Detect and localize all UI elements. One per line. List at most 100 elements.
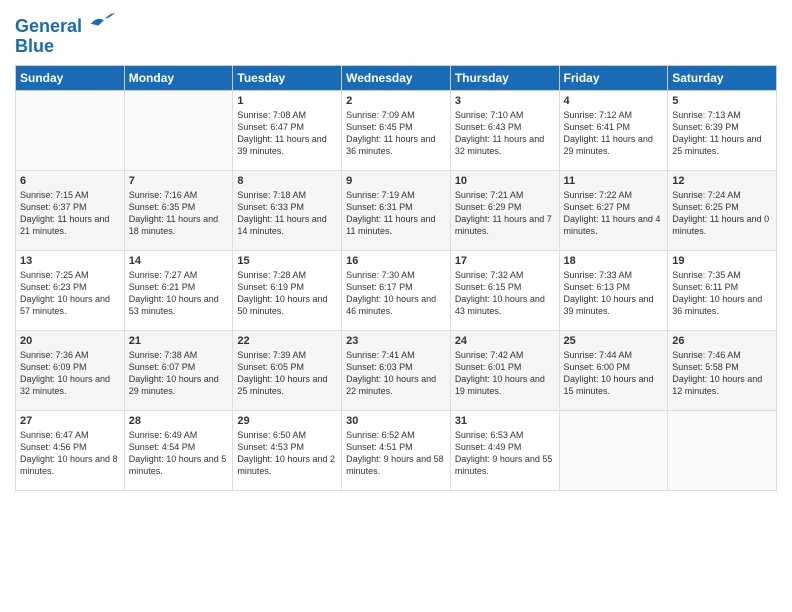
day-info: Sunrise: 7:21 AM Sunset: 6:29 PM Dayligh… bbox=[455, 189, 555, 238]
day-info: Sunrise: 7:19 AM Sunset: 6:31 PM Dayligh… bbox=[346, 189, 446, 238]
day-info: Sunrise: 7:41 AM Sunset: 6:03 PM Dayligh… bbox=[346, 349, 446, 398]
day-info: Sunrise: 6:53 AM Sunset: 4:49 PM Dayligh… bbox=[455, 429, 555, 478]
day-number: 24 bbox=[455, 335, 555, 347]
day-info: Sunrise: 6:47 AM Sunset: 4:56 PM Dayligh… bbox=[20, 429, 120, 478]
calendar-day-cell: 27 Sunrise: 6:47 AM Sunset: 4:56 PM Dayli… bbox=[16, 410, 125, 490]
calendar-day-cell: 2 Sunrise: 7:09 AM Sunset: 6:45 PM Daylig… bbox=[342, 90, 451, 170]
day-number: 29 bbox=[237, 415, 337, 427]
day-number: 21 bbox=[129, 335, 229, 347]
calendar-day-cell: 18Sunrise: 7:33 AM Sunset: 6:13 PM Dayli… bbox=[559, 250, 668, 330]
day-number: 5 bbox=[672, 95, 772, 107]
day-info: Sunrise: 7:42 AM Sunset: 6:01 PM Dayligh… bbox=[455, 349, 555, 398]
day-info: Sunrise: 7:15 AM Sunset: 6:37 PM Dayligh… bbox=[20, 189, 120, 238]
day-number: 20 bbox=[20, 335, 120, 347]
day-number: 27 bbox=[20, 415, 120, 427]
header: General Blue bbox=[15, 10, 777, 57]
day-number: 23 bbox=[346, 335, 446, 347]
day-number: 26 bbox=[672, 335, 772, 347]
day-info: Sunrise: 7:44 AM Sunset: 6:00 PM Dayligh… bbox=[564, 349, 664, 398]
day-info: Sunrise: 7:16 AM Sunset: 6:35 PM Dayligh… bbox=[129, 189, 229, 238]
calendar-day-cell bbox=[16, 90, 125, 170]
calendar-day-cell: 11Sunrise: 7:22 AM Sunset: 6:27 PM Dayli… bbox=[559, 170, 668, 250]
day-number: 10 bbox=[455, 175, 555, 187]
logo-blue: Blue bbox=[15, 37, 117, 57]
calendar-day-cell: 20 Sunrise: 7:36 AM Sunset: 6:09 PM Dayli… bbox=[16, 330, 125, 410]
day-info: Sunrise: 6:52 AM Sunset: 4:51 PM Dayligh… bbox=[346, 429, 446, 478]
day-number: 18 bbox=[564, 255, 664, 267]
day-number: 9 bbox=[346, 175, 446, 187]
logo-text: General bbox=[15, 10, 117, 37]
calendar-day-cell: 17Sunrise: 7:32 AM Sunset: 6:15 PM Dayli… bbox=[450, 250, 559, 330]
calendar-day-cell: 4Sunrise: 7:12 AM Sunset: 6:41 PM Daylig… bbox=[559, 90, 668, 170]
calendar-day-cell: 24 Sunrise: 7:42 AM Sunset: 6:01 PM Dayli… bbox=[450, 330, 559, 410]
calendar-week-row: 20 Sunrise: 7:36 AM Sunset: 6:09 PM Dayli… bbox=[16, 330, 777, 410]
calendar-day-cell: 19Sunrise: 7:35 AM Sunset: 6:11 PM Dayli… bbox=[668, 250, 777, 330]
day-number: 16 bbox=[346, 255, 446, 267]
calendar-day-cell: 28 Sunrise: 6:49 AM Sunset: 4:54 PM Dayli… bbox=[124, 410, 233, 490]
calendar-day-cell: 12 Sunrise: 7:24 AM Sunset: 6:25 PM Dayli… bbox=[668, 170, 777, 250]
calendar-day-cell: 26 Sunrise: 7:46 AM Sunset: 5:58 PM Dayli… bbox=[668, 330, 777, 410]
day-number: 8 bbox=[237, 175, 337, 187]
calendar-week-row: 27 Sunrise: 6:47 AM Sunset: 4:56 PM Dayli… bbox=[16, 410, 777, 490]
day-number: 3 bbox=[455, 95, 555, 107]
day-number: 14 bbox=[129, 255, 229, 267]
bird-icon bbox=[89, 10, 117, 32]
day-info: Sunrise: 7:38 AM Sunset: 6:07 PM Dayligh… bbox=[129, 349, 229, 398]
day-info: Sunrise: 7:08 AM Sunset: 6:47 PM Dayligh… bbox=[237, 109, 337, 158]
day-info: Sunrise: 7:22 AM Sunset: 6:27 PM Dayligh… bbox=[564, 189, 664, 238]
calendar-day-cell: 22 Sunrise: 7:39 AM Sunset: 6:05 PM Dayli… bbox=[233, 330, 342, 410]
day-info: Sunrise: 7:30 AM Sunset: 6:17 PM Dayligh… bbox=[346, 269, 446, 318]
calendar-day-cell: 15 Sunrise: 7:28 AM Sunset: 6:19 PM Dayli… bbox=[233, 250, 342, 330]
day-info: Sunrise: 6:50 AM Sunset: 4:53 PM Dayligh… bbox=[237, 429, 337, 478]
calendar-day-cell: 3 Sunrise: 7:10 AM Sunset: 6:43 PM Daylig… bbox=[450, 90, 559, 170]
page: General Blue SundayMondayTuesdayWednesda… bbox=[0, 0, 792, 612]
calendar-day-cell: 6 Sunrise: 7:15 AM Sunset: 6:37 PM Daylig… bbox=[16, 170, 125, 250]
calendar-day-cell: 29 Sunrise: 6:50 AM Sunset: 4:53 PM Dayli… bbox=[233, 410, 342, 490]
calendar-day-cell: 25Sunrise: 7:44 AM Sunset: 6:00 PM Dayli… bbox=[559, 330, 668, 410]
calendar-day-cell: 8 Sunrise: 7:18 AM Sunset: 6:33 PM Daylig… bbox=[233, 170, 342, 250]
day-number: 28 bbox=[129, 415, 229, 427]
day-number: 22 bbox=[237, 335, 337, 347]
calendar-week-row: 6 Sunrise: 7:15 AM Sunset: 6:37 PM Daylig… bbox=[16, 170, 777, 250]
calendar-day-cell: 21 Sunrise: 7:38 AM Sunset: 6:07 PM Dayli… bbox=[124, 330, 233, 410]
day-number: 13 bbox=[20, 255, 120, 267]
calendar-day-cell: 5 Sunrise: 7:13 AM Sunset: 6:39 PM Daylig… bbox=[668, 90, 777, 170]
calendar-day-cell bbox=[124, 90, 233, 170]
day-info: Sunrise: 7:46 AM Sunset: 5:58 PM Dayligh… bbox=[672, 349, 772, 398]
day-info: Sunrise: 7:39 AM Sunset: 6:05 PM Dayligh… bbox=[237, 349, 337, 398]
day-number: 6 bbox=[20, 175, 120, 187]
day-info: Sunrise: 7:18 AM Sunset: 6:33 PM Dayligh… bbox=[237, 189, 337, 238]
calendar-day-cell: 9 Sunrise: 7:19 AM Sunset: 6:31 PM Daylig… bbox=[342, 170, 451, 250]
logo-general: General bbox=[15, 16, 82, 36]
day-number: 2 bbox=[346, 95, 446, 107]
calendar-day-cell bbox=[559, 410, 668, 490]
day-info: Sunrise: 7:10 AM Sunset: 6:43 PM Dayligh… bbox=[455, 109, 555, 158]
day-number: 31 bbox=[455, 415, 555, 427]
weekday-header-cell: Sunday bbox=[16, 65, 125, 90]
calendar-day-cell: 14 Sunrise: 7:27 AM Sunset: 6:21 PM Dayli… bbox=[124, 250, 233, 330]
weekday-header-cell: Thursday bbox=[450, 65, 559, 90]
day-info: Sunrise: 7:36 AM Sunset: 6:09 PM Dayligh… bbox=[20, 349, 120, 398]
day-number: 15 bbox=[237, 255, 337, 267]
calendar-week-row: 1 Sunrise: 7:08 AM Sunset: 6:47 PM Daylig… bbox=[16, 90, 777, 170]
day-number: 1 bbox=[237, 95, 337, 107]
day-number: 12 bbox=[672, 175, 772, 187]
calendar-day-cell: 23 Sunrise: 7:41 AM Sunset: 6:03 PM Dayli… bbox=[342, 330, 451, 410]
calendar-day-cell: 10 Sunrise: 7:21 AM Sunset: 6:29 PM Dayli… bbox=[450, 170, 559, 250]
day-info: Sunrise: 6:49 AM Sunset: 4:54 PM Dayligh… bbox=[129, 429, 229, 478]
day-info: Sunrise: 7:13 AM Sunset: 6:39 PM Dayligh… bbox=[672, 109, 772, 158]
weekday-header-cell: Monday bbox=[124, 65, 233, 90]
logo: General Blue bbox=[15, 10, 117, 57]
calendar-week-row: 13Sunrise: 7:25 AM Sunset: 6:23 PM Dayli… bbox=[16, 250, 777, 330]
calendar-table: SundayMondayTuesdayWednesdayThursdayFrid… bbox=[15, 65, 777, 491]
calendar-day-cell: 7Sunrise: 7:16 AM Sunset: 6:35 PM Daylig… bbox=[124, 170, 233, 250]
weekday-header-cell: Tuesday bbox=[233, 65, 342, 90]
day-info: Sunrise: 7:09 AM Sunset: 6:45 PM Dayligh… bbox=[346, 109, 446, 158]
day-info: Sunrise: 7:27 AM Sunset: 6:21 PM Dayligh… bbox=[129, 269, 229, 318]
day-number: 17 bbox=[455, 255, 555, 267]
day-info: Sunrise: 7:24 AM Sunset: 6:25 PM Dayligh… bbox=[672, 189, 772, 238]
calendar-day-cell: 1 Sunrise: 7:08 AM Sunset: 6:47 PM Daylig… bbox=[233, 90, 342, 170]
day-info: Sunrise: 7:28 AM Sunset: 6:19 PM Dayligh… bbox=[237, 269, 337, 318]
calendar-day-cell: 31 Sunrise: 6:53 AM Sunset: 4:49 PM Dayli… bbox=[450, 410, 559, 490]
weekday-header-row: SundayMondayTuesdayWednesdayThursdayFrid… bbox=[16, 65, 777, 90]
